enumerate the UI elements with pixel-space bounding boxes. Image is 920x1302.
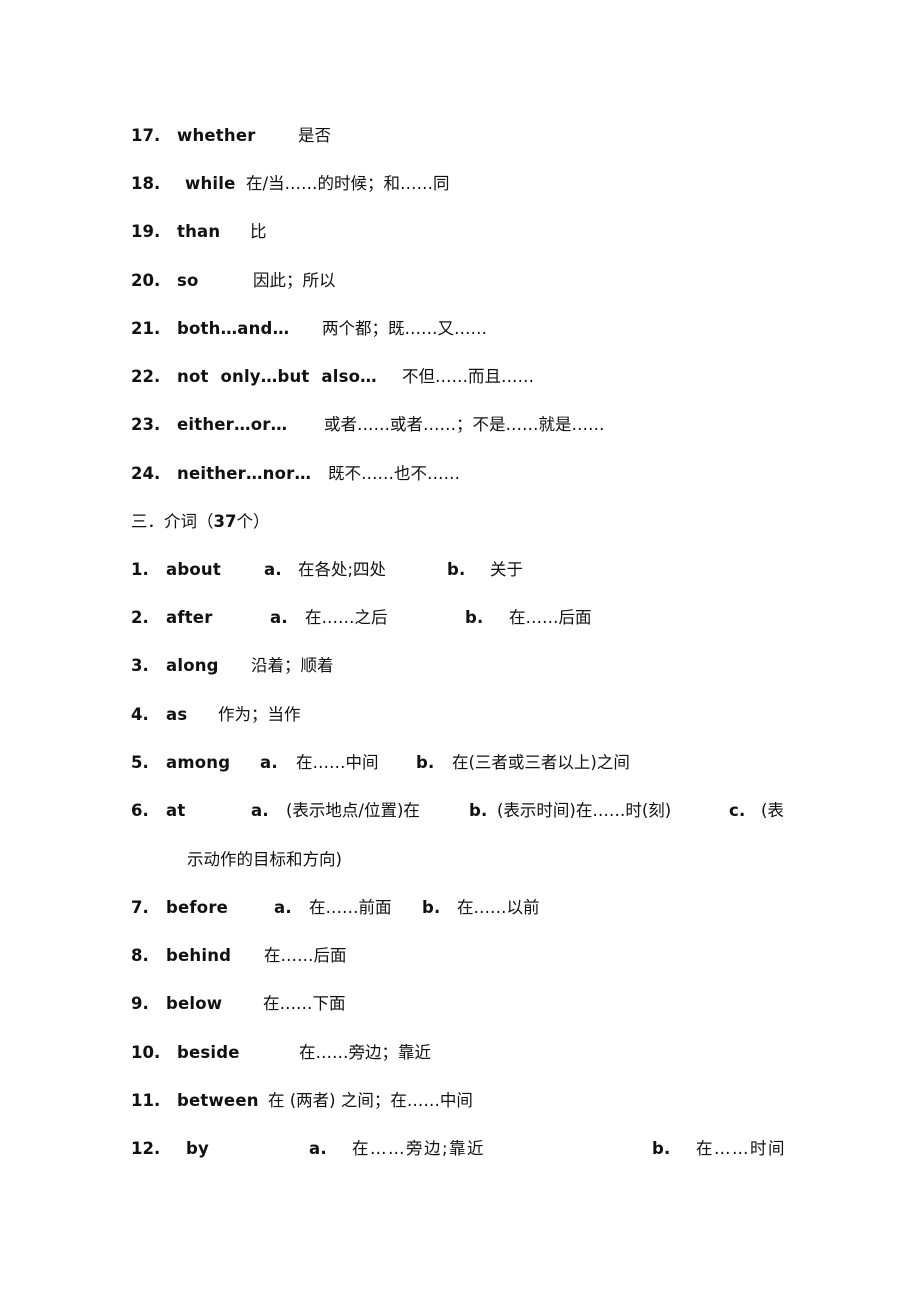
item-number: 19. — [131, 222, 161, 241]
item-word: below — [166, 994, 223, 1013]
item-number: 21. — [131, 319, 161, 338]
sense-label-b: b. — [447, 560, 466, 579]
item-number: 4. — [131, 705, 149, 724]
item-meaning: 两个都；既……又…… — [322, 319, 487, 338]
item-word: about — [166, 560, 221, 579]
heading-count: 37 — [213, 512, 237, 531]
item-number: 6. — [131, 801, 149, 820]
sense-a: 在各处;四处 — [298, 560, 387, 579]
sense-label-c: c. — [729, 801, 746, 820]
item-meaning: 是否 — [298, 126, 331, 145]
heading-suffix: 个） — [236, 512, 270, 531]
item-number: 3. — [131, 656, 149, 675]
item-number: 9. — [131, 994, 149, 1013]
item-word: not only…but also… — [177, 367, 377, 386]
item-number: 23. — [131, 415, 161, 434]
item-number: 7. — [131, 898, 149, 917]
item-word: at — [166, 801, 186, 820]
sense-label-a: a. — [251, 801, 269, 820]
item-word: by — [186, 1139, 209, 1158]
sense-label-b: b. — [416, 753, 435, 772]
item-word: before — [166, 898, 229, 917]
item-number: 2. — [131, 608, 149, 627]
sense-b: 在(三者或三者以上)之间 — [452, 753, 630, 772]
sense-a: 在……中间 — [296, 753, 379, 772]
item-number: 24. — [131, 464, 161, 483]
sense-label-a: a. — [260, 753, 278, 772]
item-number: 10. — [131, 1043, 161, 1062]
item-meaning: 或者……或者……；不是……就是…… — [324, 415, 605, 434]
sense-label-b: b. — [465, 608, 484, 627]
item-word: after — [166, 608, 213, 627]
sense-b: 在……时间 — [696, 1139, 786, 1158]
item-number: 18. — [131, 174, 161, 193]
item-word: along — [166, 656, 219, 675]
item-meaning: 因此；所以 — [253, 271, 336, 290]
item-number: 17. — [131, 126, 161, 145]
item-word: both…and… — [177, 319, 290, 338]
item-meaning: 沿着；顺着 — [251, 656, 334, 675]
heading-prefix: 三．介词（ — [131, 512, 214, 531]
item-meaning: 不但……而且…… — [402, 367, 534, 386]
item-number: 1. — [131, 560, 149, 579]
item-word: between — [177, 1091, 259, 1110]
sense-a: 在……前面 — [309, 898, 392, 917]
sense-b: 关于 — [490, 560, 523, 579]
item-meaning: 既不……也不…… — [328, 464, 460, 483]
item-word: behind — [166, 946, 232, 965]
item-meaning: 作为；当作 — [218, 705, 301, 724]
sense-a: 在……之后 — [305, 608, 388, 627]
item-number: 8. — [131, 946, 149, 965]
sense-c-continued: 示动作的目标和方向) — [187, 850, 342, 869]
sense-b: (表示时间)在……时(刻) — [497, 801, 672, 820]
item-word: so — [177, 271, 199, 290]
sense-label-a: a. — [270, 608, 288, 627]
item-word: among — [166, 753, 231, 772]
sense-label-a: a. — [309, 1139, 327, 1158]
sense-a: (表示地点/位置)在 — [286, 801, 420, 820]
sense-b: 在……以前 — [457, 898, 540, 917]
item-number: 5. — [131, 753, 149, 772]
item-word: neither…nor… — [177, 464, 312, 483]
sense-label-a: a. — [264, 560, 282, 579]
item-word: whether — [177, 126, 256, 145]
item-meaning: 在……下面 — [263, 994, 346, 1013]
item-number: 20. — [131, 271, 161, 290]
item-meaning: 在/当……的时候；和……同 — [246, 174, 450, 193]
item-meaning: 比 — [250, 222, 267, 241]
sense-label-b: b. — [652, 1139, 671, 1158]
item-meaning: 在……旁边；靠近 — [299, 1043, 431, 1062]
item-word: beside — [177, 1043, 240, 1062]
item-number: 22. — [131, 367, 161, 386]
sense-label-b: b. — [422, 898, 441, 917]
item-word: than — [177, 222, 221, 241]
item-word: while — [185, 174, 236, 193]
item-number: 11. — [131, 1091, 161, 1110]
sense-label-a: a. — [274, 898, 292, 917]
item-meaning: 在 (两者) 之间；在……中间 — [268, 1091, 473, 1110]
item-word: as — [166, 705, 188, 724]
sense-c: (表 — [761, 801, 784, 820]
sense-b: 在……后面 — [509, 608, 592, 627]
item-number: 12. — [131, 1139, 161, 1158]
sense-a: 在……旁边;靠近 — [352, 1139, 486, 1158]
sense-label-b: b. — [469, 801, 488, 820]
item-meaning: 在……后面 — [264, 946, 347, 965]
item-word: either…or… — [177, 415, 288, 434]
